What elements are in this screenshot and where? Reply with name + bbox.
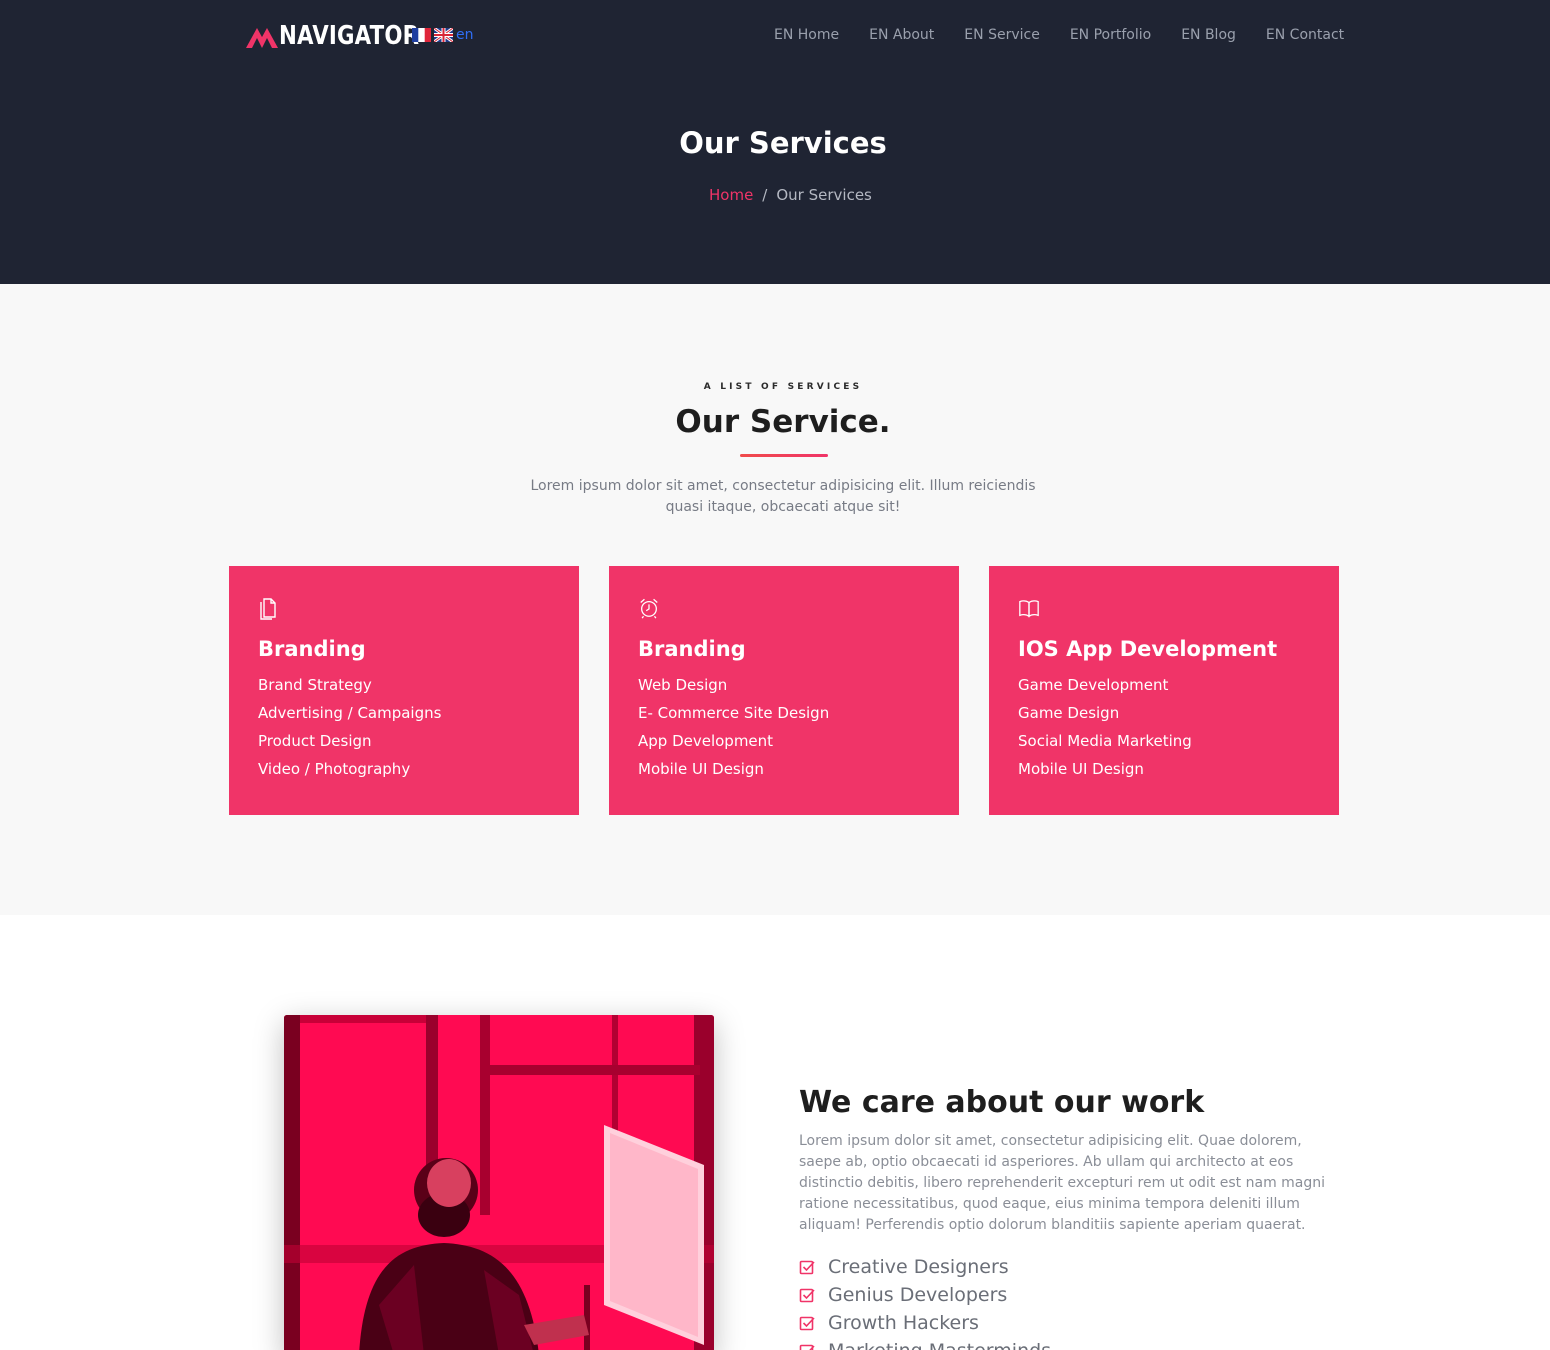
checklist-item: Marketing Masterminds [799,1337,1051,1350]
open-book-icon [1019,600,1039,618]
nav-item-home[interactable]: EN Home [774,25,839,45]
breadcrumb-home-link[interactable]: Home [709,186,753,204]
nav-item-portfolio[interactable]: EN Portfolio [1070,25,1151,45]
service-card-item: Brand Strategy [258,676,372,694]
brand-name: NAVIGATOR [279,21,420,51]
service-card-item: Product Design [258,732,372,750]
breadcrumb-current: Our Services [776,186,872,204]
about-title: We care about our work [799,1085,1205,1120]
service-card-item: Social Media Marketing [1018,732,1192,750]
breadcrumb-separator: / [762,186,768,204]
language-code[interactable]: en [456,28,474,42]
checkbox-check-icon [799,1288,815,1303]
service-card-item: Video / Photography [258,760,411,778]
team-photo [284,1015,714,1350]
service-card-item: App Development [638,732,774,750]
checklist-item-label: Marketing Masterminds [828,1340,1051,1350]
about-section: We care about our work Lorem ipsum dolor… [0,915,1550,1350]
feature-checklist: Creative Designers Genius Developers Gro… [799,1253,1051,1350]
service-card: Branding Web Design E- Commerce Site Des… [609,566,959,815]
about-text: Lorem ipsum dolor sit amet, consectetur … [799,1133,1326,1233]
service-card-item: Game Design [1018,704,1120,722]
title-underline [740,454,828,457]
service-card: Branding Brand Strategy Advertising / Ca… [229,566,579,815]
nav-item-blog[interactable]: EN Blog [1181,25,1236,45]
checklist-item: Growth Hackers [799,1309,1051,1337]
logo-mark-icon [246,28,278,48]
document-icon [260,598,276,620]
language-switcher[interactable]: en [412,28,474,42]
service-card-item: Web Design [638,676,728,694]
nav-item-service[interactable]: EN Service [964,25,1040,45]
service-card-item: Game Development [1018,676,1169,694]
nav-item-about[interactable]: EN About [869,25,934,45]
section-description: Lorem ipsum dolor sit amet, consectetur … [530,478,1036,515]
checklist-item-label: Creative Designers [828,1256,1009,1278]
checklist-item-label: Growth Hackers [828,1312,979,1334]
service-card-title: IOS App Development [1018,637,1278,661]
checkbox-check-icon [799,1316,815,1331]
checklist-item: Genius Developers [799,1281,1051,1309]
service-card-title: Branding [258,637,366,661]
photo-illustration [284,1015,714,1350]
main-nav: EN Home EN About EN Service EN Portfolio… [774,25,1374,45]
checkbox-check-icon [799,1260,815,1275]
section-kicker: A LIST OF SERVICES [703,382,863,392]
checkbox-check-icon [799,1344,815,1350]
alarm-clock-icon [640,598,658,619]
service-card-item: Mobile UI Design [638,760,764,778]
uk-flag-icon[interactable] [434,28,453,42]
service-card-list: Brand Strategy Advertising / Campaigns P… [258,671,550,783]
checklist-item-label: Genius Developers [828,1284,1008,1306]
breadcrumb: Home / Our Services [709,186,872,204]
checklist-item: Creative Designers [799,1253,1051,1281]
service-card-item: Mobile UI Design [1018,760,1144,778]
page-title: Our Services [679,126,887,160]
service-card-list: Web Design E- Commerce Site Design App D… [638,671,930,783]
service-card: IOS App Development Game Development Gam… [989,566,1339,815]
hero-header: NAVIGATOR en EN Home EN About EN Service… [0,0,1550,284]
service-card-title: Branding [638,637,746,661]
service-card-item: Advertising / Campaigns [258,704,442,722]
service-card-item: E- Commerce Site Design [638,704,830,722]
service-card-list: Game Development Game Design Social Medi… [1018,671,1310,783]
services-section: A LIST OF SERVICES Our Service. Lorem ip… [0,284,1550,915]
section-title: Our Service. [675,404,891,440]
nav-item-contact[interactable]: EN Contact [1266,25,1344,45]
fr-flag-icon[interactable] [412,28,431,42]
